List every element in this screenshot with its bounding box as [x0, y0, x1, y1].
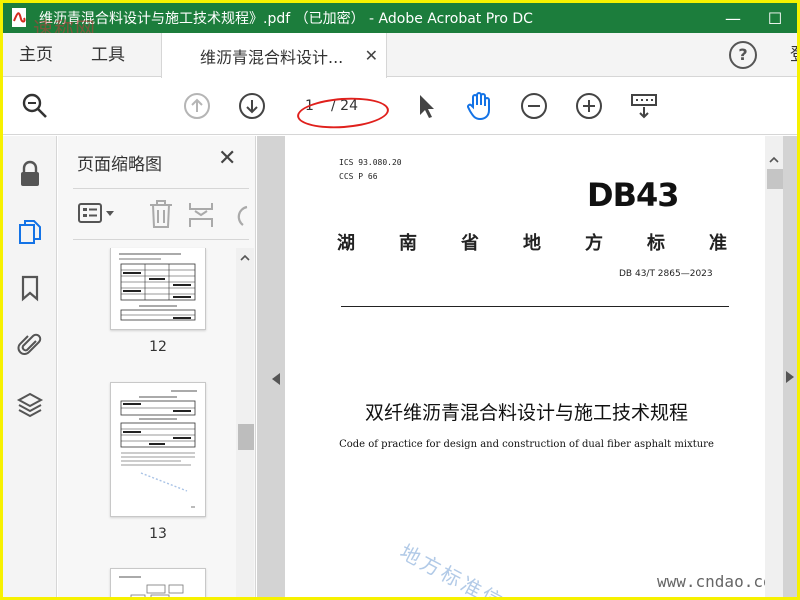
help-icon[interactable]: ?	[729, 41, 757, 69]
heading-char: 省	[461, 233, 479, 254]
province-standard-heading: 湖 南 省 地 方 标 准	[337, 229, 727, 255]
lock-icon[interactable]	[14, 158, 46, 190]
heading-char: 标	[647, 233, 665, 254]
layers-icon[interactable]	[14, 388, 46, 420]
bookmark-icon[interactable]	[14, 272, 46, 304]
thumbnail-options-icon[interactable]	[77, 201, 119, 231]
heading-char: 湖	[337, 233, 355, 254]
expand-right-pane-arrow-icon[interactable]	[785, 370, 795, 384]
page-thumbnail-14[interactable]	[110, 568, 206, 597]
tab-close-icon[interactable]: ✕	[365, 46, 378, 65]
heading-char: 准	[709, 233, 727, 254]
collapse-panel-arrow-icon[interactable]	[271, 372, 281, 386]
attachment-icon[interactable]	[14, 328, 46, 360]
document-view[interactable]: ICS 93.080.20 CCS P 66 DB43 湖 南 省 地 方 标 …	[257, 136, 797, 597]
ics-code: ICS 93.080.20	[339, 158, 402, 167]
thumbnail-scroll-thumb[interactable]	[238, 424, 254, 450]
db43-logo: DB43	[587, 176, 679, 214]
corner-watermark: www.cndao.com	[657, 572, 783, 591]
zoom-in-icon[interactable]	[573, 90, 605, 122]
diagonal-watermark: 地方标准信	[395, 539, 509, 597]
zoom-icon[interactable]	[19, 90, 51, 122]
title-bar: 维沥青混合料设计与施工技术规程》.pdf （已加密） - Adobe Acrob…	[3, 3, 797, 33]
heading-char: 方	[585, 233, 603, 254]
left-rail	[3, 136, 57, 597]
page-thumbnail-12[interactable]	[110, 248, 206, 330]
page-up-icon[interactable]	[181, 90, 213, 122]
heading-char: 地	[523, 233, 541, 254]
sign-in-link[interactable]: 登	[790, 33, 797, 77]
app-window: 维沥青混合料设计与施工技术规程》.pdf （已加密） - Adobe Acrob…	[3, 3, 797, 597]
document-tab-label: 维沥青混合料设计...	[200, 47, 344, 67]
toolbar: 1 / 24	[3, 78, 797, 135]
insert-page-icon[interactable]	[187, 199, 215, 233]
pdf-page: ICS 93.080.20 CCS P 66 DB43 湖 南 省 地 方 标 …	[285, 136, 782, 597]
panel-toolbar	[73, 188, 249, 240]
keyboard-marquee-icon[interactable]	[628, 90, 660, 122]
page-thumbnails-icon[interactable]	[14, 216, 46, 248]
select-arrow-icon[interactable]	[409, 90, 441, 122]
standard-number: DB 43/T 2865—2023	[619, 269, 713, 279]
divider-line	[341, 306, 729, 307]
thumbnail-page-number: 12	[149, 339, 167, 355]
menu-home[interactable]: 主页	[19, 33, 53, 77]
maximize-button[interactable]: ☐	[755, 3, 795, 33]
menu-tools[interactable]: 工具	[91, 33, 125, 77]
document-scroll-thumb[interactable]	[767, 169, 783, 189]
menu-bar: 主页 工具 维沥青混合料设计... ✕ ? 登	[3, 33, 797, 78]
delete-page-icon[interactable]	[147, 199, 175, 233]
acrobat-app-icon	[9, 7, 31, 29]
zoom-out-icon[interactable]	[518, 90, 550, 122]
minimize-button[interactable]: —	[713, 3, 753, 33]
thumbnail-scrollbar[interactable]	[236, 248, 254, 597]
document-scrollbar[interactable]	[765, 136, 783, 597]
hand-tool-icon[interactable]	[463, 90, 495, 122]
page-thumbnail-13[interactable]	[110, 382, 206, 517]
panel-title: 页面缩略图	[77, 155, 162, 175]
thumbnails-panel: 页面缩略图 ✕ 12 13	[58, 136, 256, 597]
document-title-en: Code of practice for design and construc…	[339, 439, 714, 450]
ccs-code: CCS P 66	[339, 172, 378, 181]
thumbnail-page-number: 13	[149, 526, 167, 542]
window-title: 维沥青混合料设计与施工技术规程》.pdf （已加密） - Adobe Acrob…	[39, 11, 533, 27]
panel-close-icon[interactable]: ✕	[218, 146, 236, 171]
document-title-cn: 双纤维沥青混合料设计与施工技术规程	[364, 402, 688, 424]
rotate-page-icon[interactable]	[233, 199, 249, 233]
page-down-icon[interactable]	[236, 90, 268, 122]
heading-char: 南	[399, 233, 417, 254]
document-tab[interactable]: 维沥青混合料设计... ✕	[161, 33, 387, 78]
